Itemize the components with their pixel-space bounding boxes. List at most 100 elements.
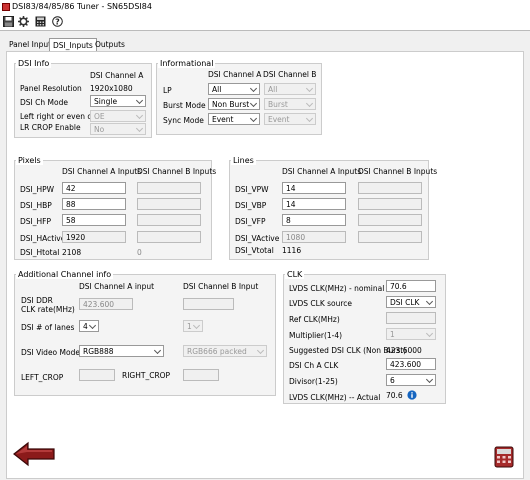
chevron-down-icon — [427, 299, 433, 305]
sync-mode-label: Sync Mode — [163, 116, 204, 125]
ch-mode-value: Single — [94, 97, 118, 106]
divisor-select[interactable]: 6 — [386, 374, 436, 386]
panel-resolution-value: 1920x1080 — [90, 84, 133, 93]
video-mode-b-select[interactable]: RGB666 packed — [183, 345, 267, 357]
hpw-a-input[interactable]: 42 — [62, 182, 126, 194]
vfp-b-input[interactable] — [358, 214, 422, 226]
lp-label: LP — [163, 86, 172, 95]
lvds-nominal-input[interactable]: 70.6 — [386, 280, 436, 292]
lp-b-select[interactable]: All — [264, 83, 316, 95]
hactive-b-input[interactable] — [137, 231, 201, 243]
hbp-b-input[interactable] — [137, 198, 201, 210]
chevron-down-icon — [427, 331, 433, 337]
right-crop-input[interactable] — [183, 369, 219, 381]
sync-a-select[interactable]: Event — [208, 113, 260, 125]
ddr-clk-label-line1: DSI DDR — [21, 296, 53, 305]
lanes-label: DSI # of lanes — [21, 323, 75, 332]
lanes-a-value: 4 — [83, 322, 88, 331]
ddr-clk-a-input[interactable]: 423.600 — [79, 298, 133, 310]
lvds-actual-label: LVDS CLK(MHz) -- Actual — [289, 393, 381, 402]
vactive-b-input[interactable] — [358, 231, 422, 243]
left-right-select[interactable]: OE — [90, 110, 146, 122]
lanes-b-value: 1 — [187, 322, 192, 331]
sync-b-value: Event — [268, 115, 290, 124]
hactive-a-input[interactable]: 1920 — [62, 231, 126, 243]
burst-b-select[interactable]: Burst — [264, 98, 316, 110]
dsi-info-col-a-header: DSI Channel A — [90, 71, 144, 80]
chevron-down-icon — [307, 116, 313, 122]
sync-b-select[interactable]: Event — [264, 113, 316, 125]
pixels-title: Pixels — [16, 156, 43, 165]
clk-title: CLK — [285, 270, 305, 279]
pixels-col-a-header: DSI Channel A Inputs — [62, 167, 142, 176]
suggested-clk-value: 423.6000 — [386, 346, 422, 355]
chevron-down-icon — [307, 86, 313, 92]
multiplier-value: 1 — [390, 330, 395, 339]
hbp-a-input[interactable]: 88 — [62, 198, 126, 210]
video-mode-a-select[interactable]: RGB888 — [79, 345, 164, 357]
ch-mode-select[interactable]: Single — [90, 95, 146, 107]
left-crop-input[interactable] — [79, 369, 115, 381]
window-title: DSI83/84/85/86 Tuner - SN65DSI84 — [12, 2, 152, 11]
ch-mode-label: DSI Ch Mode — [20, 98, 68, 107]
tab-dsi-inputs[interactable]: DSI_Inputs — [49, 38, 97, 51]
ddr-clk-label-line2: CLK rate(MHz) — [21, 305, 75, 314]
chevron-down-icon — [137, 113, 143, 119]
lr-crop-label: LR CROP Enable — [20, 123, 81, 132]
chevron-down-icon — [137, 98, 143, 104]
ref-clk-input[interactable] — [386, 312, 436, 324]
lp-a-value: All — [212, 85, 222, 94]
lvds-nominal-label: LVDS CLK(MHz) - nominal — [289, 284, 385, 293]
chevron-down-icon — [155, 348, 161, 354]
exit-icon[interactable] — [494, 446, 514, 468]
gear-icon[interactable] — [18, 16, 29, 27]
hbp-label: DSI_HBP — [20, 201, 52, 210]
burst-a-select[interactable]: Non Burst — [208, 98, 260, 110]
vbp-b-input[interactable] — [358, 198, 422, 210]
lr-crop-value: No — [94, 125, 105, 134]
hpw-b-input[interactable] — [137, 182, 201, 194]
vfp-label: DSI_VFP — [235, 217, 266, 226]
ch-a-clk-input[interactable]: 423.600 — [386, 358, 436, 370]
tab-outputs[interactable]: Outputs — [92, 38, 128, 51]
ddr-clk-b-input[interactable] — [183, 298, 234, 310]
lvds-source-value: DSI CLK — [390, 298, 420, 307]
lp-b-value: All — [268, 85, 278, 94]
lines-col-b-header: DSI Channel B Inputs — [358, 167, 438, 176]
vpw-a-input[interactable]: 14 — [282, 182, 346, 194]
additional-channel-title: Additional Channel info — [16, 270, 114, 279]
burst-b-value: Burst — [268, 100, 288, 109]
multiplier-select[interactable]: 1 — [386, 328, 436, 340]
multiplier-label: Multiplier(1-4) — [289, 331, 343, 340]
lvds-source-select[interactable]: DSI CLK — [386, 296, 436, 308]
hfp-a-input[interactable]: 58 — [62, 214, 126, 226]
calculator-icon[interactable] — [35, 16, 46, 27]
vbp-a-input[interactable]: 14 — [282, 198, 346, 210]
ref-clk-label: Ref CLK(MHz) — [289, 315, 340, 324]
hpw-label: DSI_HPW — [20, 185, 55, 194]
htotal-b-value: 0 — [137, 248, 142, 257]
back-arrow-icon[interactable] — [12, 441, 56, 467]
lanes-b-select[interactable]: 1 — [183, 320, 203, 332]
lr-crop-select[interactable]: No — [90, 123, 146, 135]
ch-a-clk-label: DSI Ch A CLK — [289, 361, 339, 370]
vactive-a-input[interactable]: 1080 — [282, 231, 346, 243]
lp-a-select[interactable]: All — [208, 83, 260, 95]
chevron-down-icon — [251, 101, 257, 107]
lanes-a-select[interactable]: 4 — [79, 320, 99, 332]
pixels-col-b-header: DSI Channel B Inputs — [137, 167, 217, 176]
vactive-label: DSI_VActive — [235, 234, 280, 243]
vtotal-label: DSI_Vtotal — [235, 246, 274, 255]
vfp-a-input[interactable]: 8 — [282, 214, 346, 226]
hfp-label: DSI_HFP — [20, 217, 51, 226]
lvds-source-label: LVDS CLK source — [289, 299, 353, 308]
toolbar: ? — [0, 14, 530, 30]
vpw-b-input[interactable] — [358, 182, 422, 194]
help-icon[interactable]: ? — [52, 16, 63, 27]
save-icon[interactable] — [3, 16, 14, 27]
sync-a-value: Event — [212, 115, 234, 124]
right-crop-label: RIGHT_CROP — [122, 371, 171, 380]
hfp-b-input[interactable] — [137, 214, 201, 226]
video-mode-label: DSI Video Mode — [21, 348, 80, 357]
info-icon[interactable] — [407, 390, 417, 400]
